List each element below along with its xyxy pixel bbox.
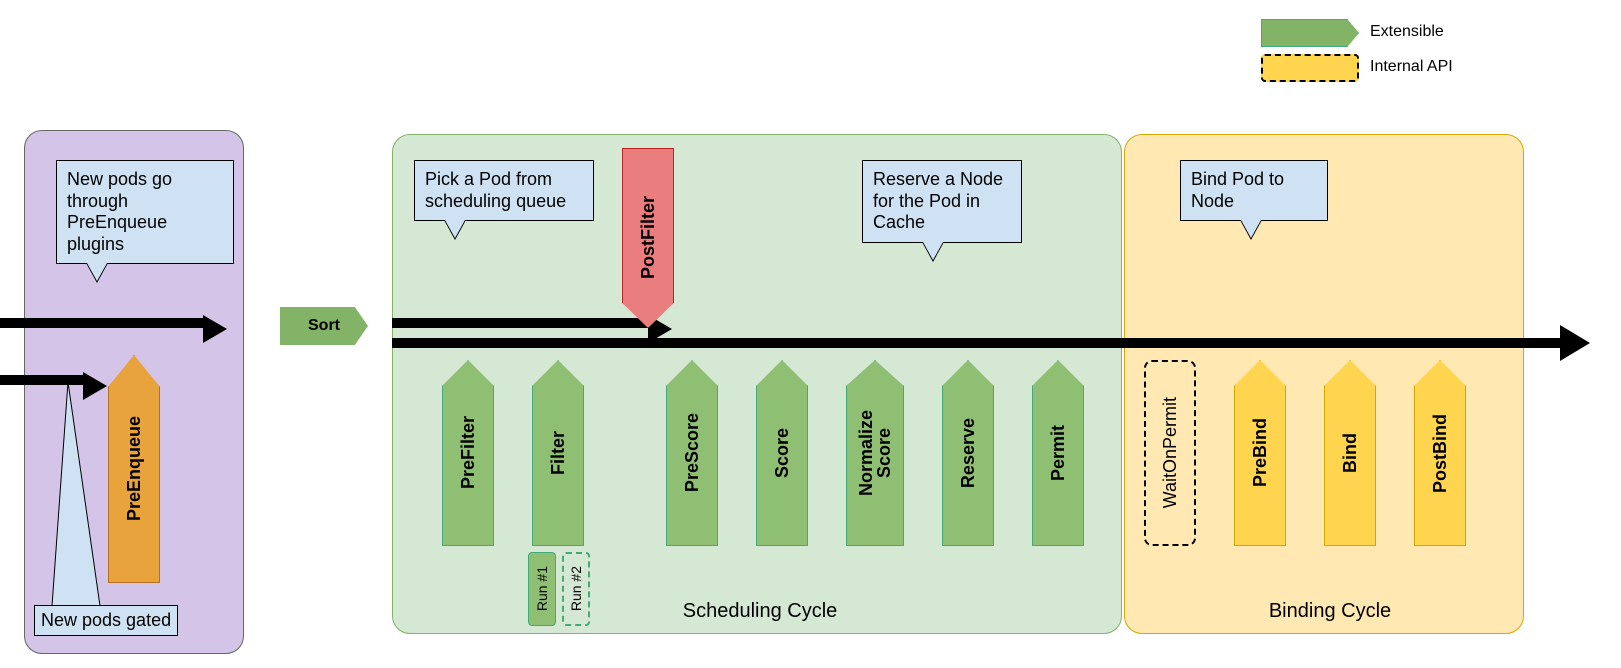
ext-reserve: Reserve: [942, 360, 994, 546]
legend-internal-label: Internal API: [1370, 58, 1453, 76]
box-run2: Run #2: [562, 552, 590, 626]
scheduling-top-bar: [392, 318, 650, 328]
ext-bind: Bind: [1324, 360, 1376, 546]
box-run2-label: Run #2: [568, 566, 584, 611]
ext-preenqueue: PreEnqueue: [108, 355, 160, 583]
callout-bindpod: Bind Pod to Node: [1180, 160, 1328, 221]
ext-prebind-label: PreBind: [1250, 418, 1271, 487]
ext-prefilter: PreFilter: [442, 360, 494, 546]
ext-filter: Filter: [532, 360, 584, 546]
callout-newpods: New pods go through PreEnqueue plugins: [56, 160, 234, 264]
binding-cycle-label: Binding Cycle: [1190, 600, 1470, 623]
purple-arrow-top: [0, 318, 205, 328]
main-axis-arrowhead: [1560, 325, 1590, 361]
ext-score: Score: [756, 360, 808, 546]
scheduling-cycle-label: Scheduling Cycle: [620, 600, 900, 623]
ext-postfilter-label: PostFilter: [638, 196, 659, 279]
box-run1: Run #1: [528, 552, 556, 626]
box-run1-label: Run #1: [534, 566, 550, 611]
ext-score-label: Score: [772, 428, 793, 478]
ext-waitonpermit-label: WaitOnPermit: [1160, 397, 1181, 508]
ext-normalize-score: NormalizeScore: [846, 360, 904, 546]
main-axis-bar: [392, 338, 1564, 348]
callout-reserve: Reserve a Node for the Pod in Cache: [862, 160, 1022, 243]
ext-postfilter: PostFilter: [622, 148, 674, 328]
ext-permit: Permit: [1032, 360, 1084, 546]
ext-permit-label: Permit: [1048, 425, 1069, 481]
ext-prebind: PreBind: [1234, 360, 1286, 546]
callout-pickpod: Pick a Pod from scheduling queue: [414, 160, 594, 221]
ext-filter-label: Filter: [548, 431, 569, 475]
ext-reserve-label: Reserve: [958, 418, 979, 488]
ext-sort: Sort: [280, 307, 368, 345]
ext-prefilter-label: PreFilter: [458, 416, 479, 489]
legend-internal-box: [1261, 54, 1359, 82]
ext-bind-label: Bind: [1340, 433, 1361, 473]
ext-preenqueue-label: PreEnqueue: [124, 416, 145, 521]
ext-waitonpermit: WaitOnPermit: [1144, 360, 1196, 546]
ext-sort-label: Sort: [308, 317, 340, 335]
purple-arrow-top-head: [203, 315, 227, 343]
ext-postbind: PostBind: [1414, 360, 1466, 546]
ext-normalize-score-label: NormalizeScore: [857, 410, 893, 496]
callout-gated-top: New pods gated: [34, 605, 178, 636]
legend-extensible-label: Extensible: [1370, 23, 1444, 41]
ext-prescore-label: PreScore: [682, 413, 703, 492]
callout-gated-tail: [50, 382, 110, 606]
ext-prescore: PreScore: [666, 360, 718, 546]
ext-postbind-label: PostBind: [1430, 414, 1451, 493]
legend-extensible-arrow: [1261, 19, 1359, 47]
